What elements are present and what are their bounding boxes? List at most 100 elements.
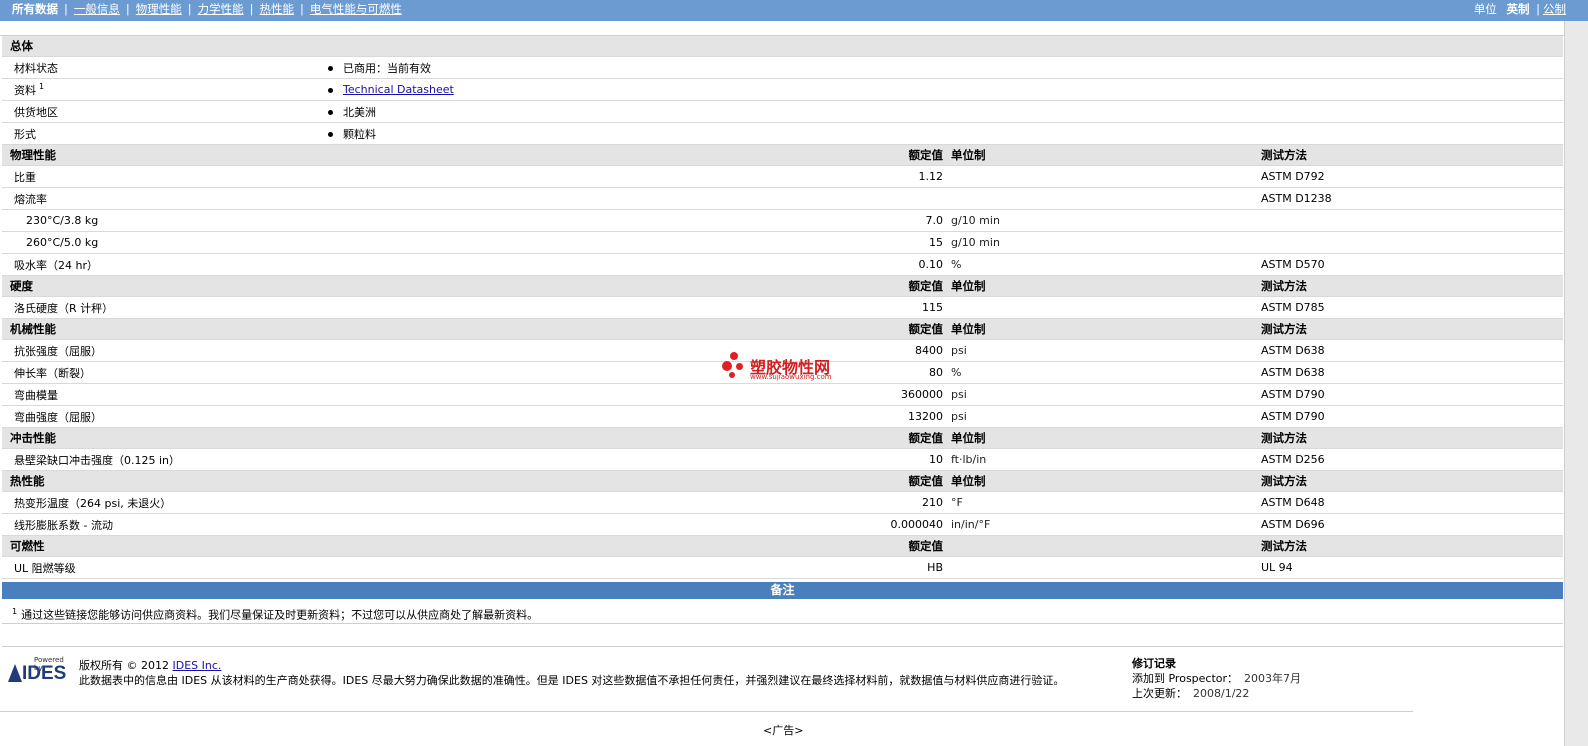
general-value-cell: 颗粒料: [322, 122, 1563, 145]
section-header: 可燃性 额定值 测试方法: [2, 535, 1563, 557]
column-header-nominal: 额定值: [322, 535, 949, 557]
property-label: 260°C/5.0 kg: [2, 231, 322, 254]
property-label: 熔流率: [2, 187, 322, 210]
datasheet-link[interactable]: Technical Datasheet: [343, 83, 454, 96]
column-header-unit: 单位制: [949, 470, 1261, 492]
property-value: 115: [322, 296, 949, 319]
property-label: 伸长率（断裂）: [2, 361, 322, 384]
property-row: 线形膨胀系数 - 流动 0.000040 in/in/°F ASTM D696: [2, 513, 1563, 536]
property-row: 弯曲强度（屈服） 13200 psi ASTM D790: [2, 405, 1563, 428]
column-header-method: 测试方法: [1261, 275, 1563, 297]
property-value: 10: [322, 448, 949, 471]
property-value: 1.12: [322, 165, 949, 188]
section-header-general: 总体: [2, 36, 1563, 57]
property-unit: %: [949, 253, 1261, 276]
top-nav-bar: 所有数据 | 一般信息 | 物理性能 | 力学性能 | 热性能 | 电气性能与可燃性 单位 英制 |…: [0, 0, 1588, 21]
general-row: 形式 颗粒料: [2, 122, 1563, 145]
property-unit: °F: [949, 491, 1261, 514]
ides-link[interactable]: IDES Inc.: [172, 659, 221, 672]
property-unit: psi: [949, 339, 1261, 362]
nav-tab-0[interactable]: 所有数据: [12, 0, 58, 18]
disclaimer-text: 此数据表中的信息由 IDES 从该材料的生产商处获得。IDES 尽最大努力确保此…: [79, 674, 1065, 687]
nav-separator: |: [64, 2, 68, 16]
property-label: 吸水率（24 hr）: [2, 253, 322, 276]
unit-label: 单位: [1473, 2, 1497, 16]
nav-tab-5[interactable]: 电气性能与可燃性: [310, 0, 402, 18]
column-header-method: 测试方法: [1261, 535, 1563, 557]
property-unit: ft·lb/in: [949, 448, 1261, 471]
general-label-cell: 资料 1: [2, 78, 322, 101]
column-header-nominal: 额定值: [322, 144, 949, 166]
property-row: 吸水率（24 hr） 0.10% ASTM D570: [2, 253, 1563, 276]
bullet-icon: [328, 66, 333, 71]
general-value: 已商用：当前有效: [343, 61, 431, 75]
test-method: ASTM D792: [1261, 165, 1563, 188]
updated-label: 上次更新：: [1132, 687, 1187, 700]
added-label: 添加到 Prospector：: [1132, 672, 1239, 685]
general-value-cell: Technical Datasheet: [322, 78, 1563, 101]
general-label: 资料: [14, 83, 36, 97]
top-spacer: [0, 21, 1564, 36]
divider: [0, 711, 1413, 712]
bullet-icon: [328, 132, 333, 137]
general-row: 资料 1 Technical Datasheet: [2, 78, 1563, 101]
section-title: 物理性能: [2, 144, 322, 166]
copyright-text: 版权所有 © 2012: [79, 659, 173, 672]
column-header-unit: 单位制: [949, 427, 1261, 449]
nav-tabs: 所有数据 | 一般信息 | 物理性能 | 力学性能 | 热性能 | 电气性能与可燃性: [12, 0, 402, 21]
ides-logo[interactable]: Powered by IDES: [8, 656, 70, 686]
nav-tab-4[interactable]: 热性能: [260, 0, 295, 18]
general-label: 材料状态: [14, 61, 58, 75]
property-label: 线形膨胀系数 - 流动: [2, 513, 322, 536]
property-value: 0.10: [322, 253, 949, 276]
property-row: 热变形温度（264 psi, 未退火） 210 °F ASTM D648: [2, 491, 1563, 514]
ad-placeholder: <广告>: [763, 724, 804, 737]
property-label: UL 阻燃等级: [2, 556, 322, 579]
section-title: 热性能: [2, 470, 322, 492]
nav-tab-2[interactable]: 物理性能: [136, 0, 182, 18]
property-row: 弯曲模量 360000 psi ASTM D790: [2, 383, 1563, 406]
property-unit: g/10 min: [949, 231, 1261, 254]
note-superscript: 1: [12, 607, 18, 616]
section-title: 总体: [2, 36, 322, 57]
copyright-line: 版权所有 © 2012 IDES Inc.: [79, 657, 221, 673]
column-header-unit: 单位制: [949, 318, 1261, 340]
section-header: 物理性能 额定值 单位制 测试方法: [2, 144, 1563, 166]
property-label: 弯曲模量: [2, 383, 322, 406]
nav-separator: |: [187, 2, 192, 16]
property-unit: [949, 556, 1261, 579]
section-header: 机械性能 额定值 单位制 测试方法: [2, 318, 1563, 340]
footnote-marker: 1: [39, 81, 45, 91]
section-title: 可燃性: [2, 535, 322, 557]
property-row: 悬壁梁缺口冲击强度（0.125 in） 10 ft·lb/in ASTM D256: [2, 448, 1563, 471]
property-value: 0.000040: [322, 513, 949, 536]
property-label: 比重: [2, 165, 322, 188]
nav-tab-1[interactable]: 一般信息: [74, 0, 120, 18]
unit-metric-link[interactable]: 公制: [1543, 0, 1566, 18]
property-value: [322, 187, 949, 210]
general-value: 北美洲: [343, 105, 376, 119]
added-value: 2003年7月: [1244, 672, 1302, 685]
section-header: 热性能 额定值 单位制 测试方法: [2, 470, 1563, 492]
test-method: ASTM D638: [1261, 339, 1563, 362]
property-unit: %: [949, 361, 1261, 384]
property-value: 8400: [322, 339, 949, 362]
property-unit: [949, 296, 1261, 319]
column-header-unit: [949, 535, 1261, 557]
property-row: 洛氏硬度（R 计秤） 115 ASTM D785: [2, 296, 1563, 319]
general-label-cell: 形式: [2, 122, 322, 145]
test-method: [1261, 209, 1563, 232]
nav-separator: |: [300, 2, 304, 16]
column-header-nominal: 额定值: [322, 470, 949, 492]
property-row: 熔流率 ASTM D1238: [2, 187, 1563, 210]
test-method: ASTM D785: [1261, 296, 1563, 319]
bullet-icon: [328, 87, 333, 93]
general-label: 供货地区: [14, 105, 58, 119]
general-value-cell: 已商用：当前有效: [322, 56, 1563, 79]
general-label: 形式: [14, 127, 36, 141]
property-table: 总体材料状态 已商用：当前有效资料 1 Technical Datasheet 供货地区…: [2, 36, 1563, 579]
property-label: 悬壁梁缺口冲击强度（0.125 in）: [2, 448, 322, 471]
property-label: 230°C/3.8 kg: [2, 209, 322, 232]
nav-tab-3[interactable]: 力学性能: [198, 0, 244, 18]
test-method: ASTM D790: [1261, 383, 1563, 406]
